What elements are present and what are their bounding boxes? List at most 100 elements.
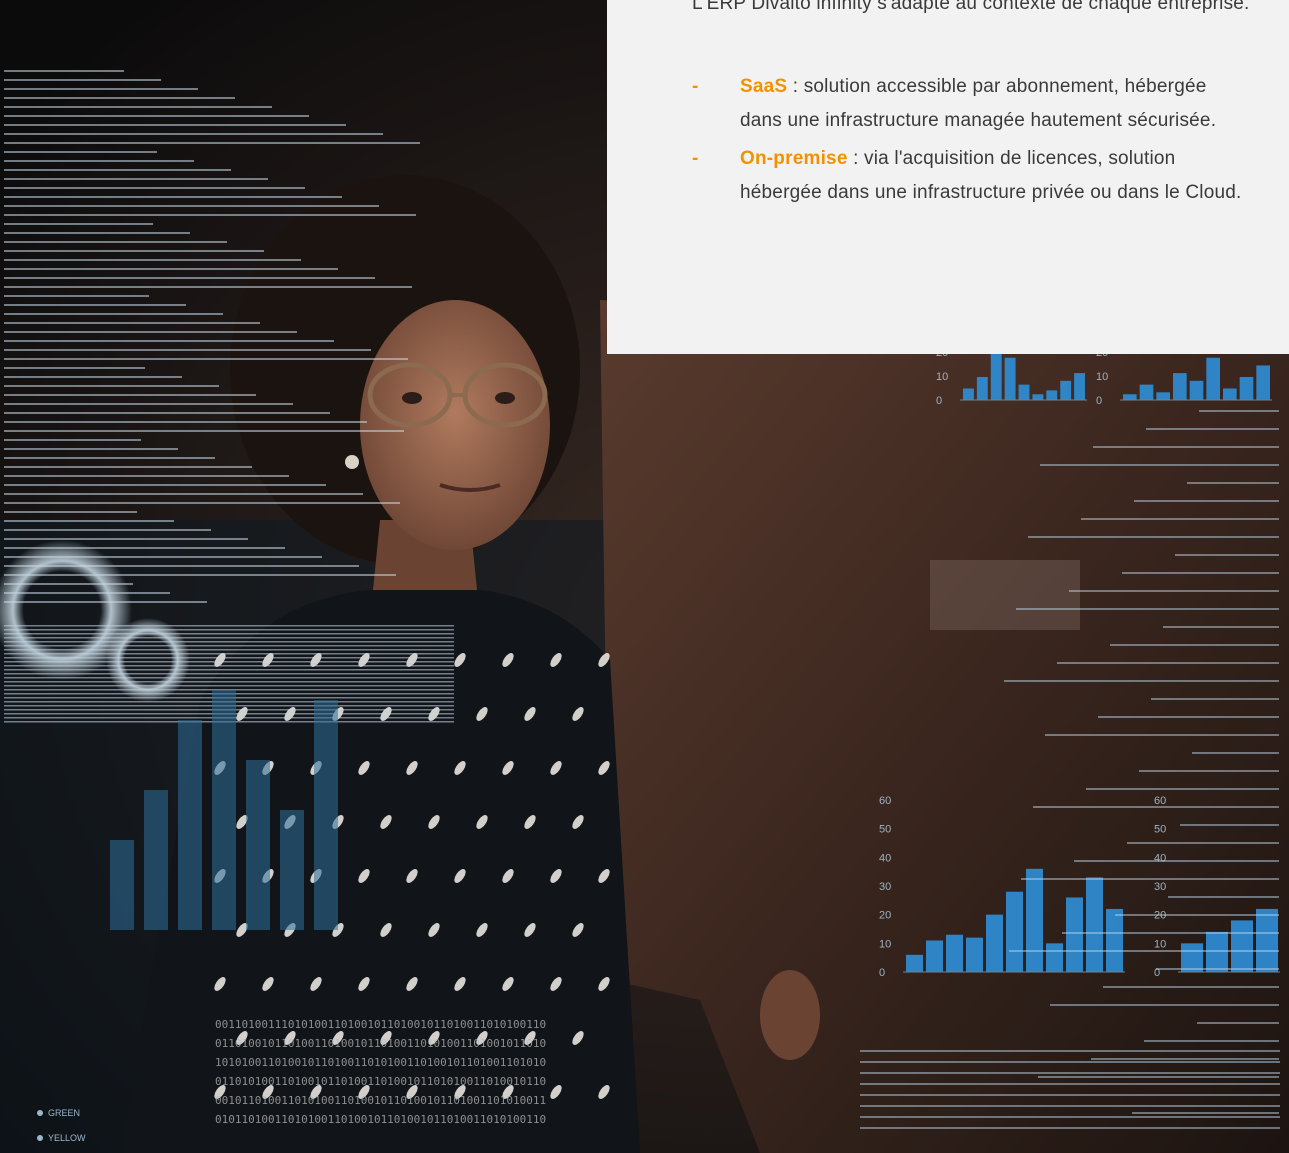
overlay-bar [1026,868,1043,972]
data-text-line [4,574,396,576]
data-text-line [4,241,227,243]
data-text-line [4,645,454,647]
data-text-line [1151,698,1279,700]
data-text-line [4,502,400,504]
data-text-line [4,70,124,72]
overlay-bar [1060,380,1072,400]
overlay-bar [1032,394,1044,400]
data-text-line [860,1127,1280,1129]
data-text-line [4,313,223,315]
data-text-line [4,151,157,153]
data-text-line [1122,572,1279,574]
binary-row: 0011010011101010011010010110100101101001… [215,1018,546,1031]
data-text-line [1127,842,1279,844]
data-text-line [4,439,141,441]
data-text-line [4,538,248,540]
data-text-line [4,529,211,531]
data-text-line [4,160,194,162]
data-text-line [4,214,416,216]
overlay-bar [1256,908,1278,972]
data-text-line [4,178,268,180]
data-text-line [1115,914,1279,916]
left-chart-bar [246,760,270,930]
data-text-line [1057,662,1279,664]
data-text-line [4,133,383,135]
overlay-bar [1006,891,1023,972]
data-text-line [4,421,367,423]
data-text-line [1192,752,1279,754]
data-text-line [1040,464,1279,466]
data-text-line [1098,716,1279,718]
data-text-line [1110,644,1279,646]
data-text-line [4,484,326,486]
data-text-line [4,232,190,234]
data-text-line [1033,806,1279,808]
data-text-line [1139,770,1279,772]
data-text-line [1180,824,1279,826]
overlay-bar [1189,380,1204,400]
left-chart-bar [178,720,202,930]
overlay-tick-label: 40 [1154,852,1166,864]
data-text-line [4,685,454,687]
overlay-tick-label: 60 [879,795,891,807]
data-text-line [4,681,454,683]
overlay-tick-label: 60 [1154,795,1166,807]
data-text-line [4,124,346,126]
left-chart-bar [314,700,338,930]
data-text-line [860,1094,1280,1096]
overlay-bar [1239,376,1254,400]
data-text-line [4,268,338,270]
data-text-line [4,205,379,207]
data-text-line [4,466,252,468]
data-text-line [4,223,153,225]
overlay-bar [1123,394,1137,400]
data-text-line [4,394,256,396]
data-text-line [1050,1004,1279,1006]
data-text-line [860,1072,1280,1074]
data-text-line [1045,734,1279,736]
data-text-line [4,657,454,659]
data-text-line [4,633,454,635]
overlay-tick-label: 10 [1096,371,1108,383]
data-text-line [1021,878,1279,880]
data-text-line [1004,680,1279,682]
data-text-line [4,88,198,90]
data-text-line [4,196,342,198]
data-text-line [4,673,454,675]
overlay-tick-label: 30 [879,881,891,893]
data-text-line [4,277,375,279]
overlay-tick-label: 0 [879,967,885,979]
bullet-dash: - [692,76,699,97]
legend-dot [37,1110,43,1116]
data-text-line [1168,896,1279,898]
data-text-line [4,97,235,99]
overlay-bar [1004,357,1016,400]
data-text-line [4,641,454,643]
data-text-line [4,511,137,513]
data-text-line [4,385,219,387]
data-text-line [4,412,330,414]
data-text-line [4,106,272,108]
overlay-bar [990,352,1002,400]
data-text-line [4,493,363,495]
data-text-line [4,367,145,369]
data-text-line [4,250,264,252]
binary-row: 0010110100110101001101001011010010110100… [215,1094,546,1107]
overlay-bar [906,954,923,972]
data-text-line [1175,554,1279,556]
data-text-line [860,1061,1280,1063]
left-chart-bar [144,790,168,930]
text-panel: L'ERP Divalto infinity s'adapte au conte… [607,0,1289,354]
data-text-line [4,349,371,351]
left-chart-bar [280,810,304,930]
data-text-line [4,187,305,189]
data-text-line [4,583,133,585]
data-text-line [1156,968,1279,970]
overlay-bar [946,934,963,972]
data-text-line [1132,1112,1279,1114]
overlay-bar [926,940,943,972]
data-text-line [1028,536,1279,538]
overlay-bar [1139,384,1154,400]
data-text-line [4,653,454,655]
data-text-line [1038,1076,1279,1078]
